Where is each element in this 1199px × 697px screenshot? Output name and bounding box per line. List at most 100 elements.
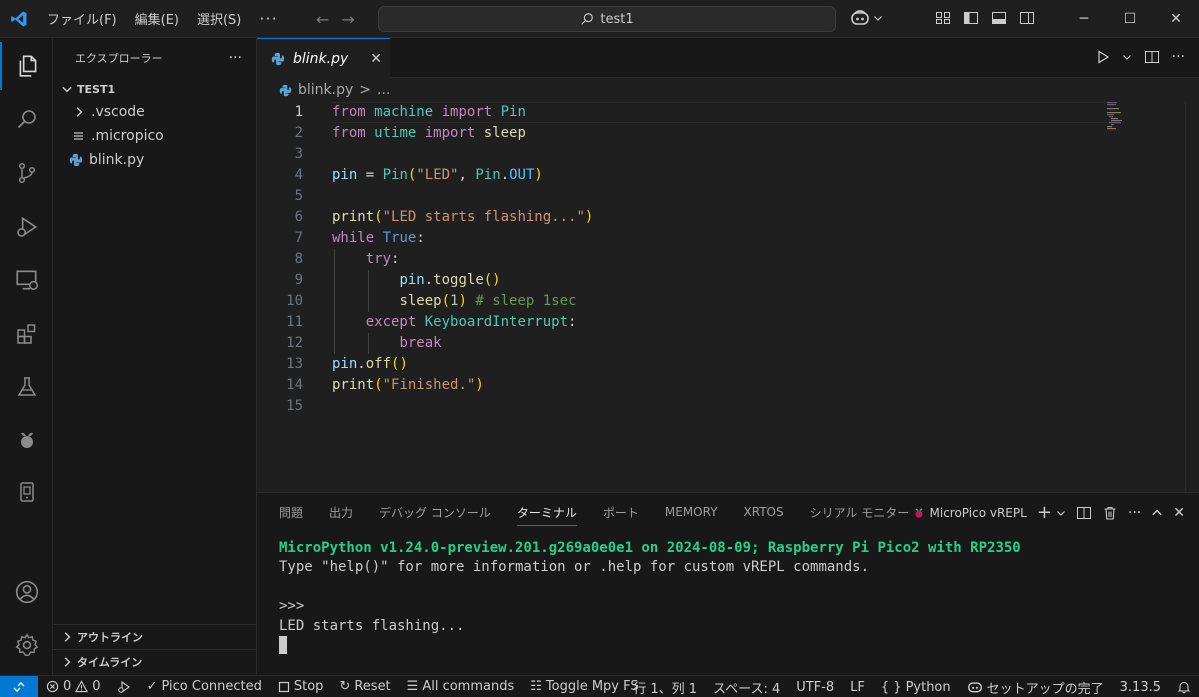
line-number-gutter: 1 2 3 4 5 6 7 8 9 10 11 12 13 14 15	[257, 102, 317, 417]
back-arrow-icon[interactable]: ←	[316, 10, 329, 29]
new-terminal-icon[interactable]: +	[1037, 502, 1052, 523]
remote-indicator-icon[interactable]	[0, 675, 38, 697]
customize-layout-icon[interactable]	[935, 10, 951, 26]
settings-gear-icon[interactable]	[0, 621, 53, 669]
raspberry-pi-icon[interactable]	[0, 416, 53, 464]
notifications-bell-icon[interactable]	[1169, 680, 1199, 694]
stop-button[interactable]: Stop	[270, 679, 332, 694]
tab-blink-py[interactable]: blink.py ✕	[257, 38, 390, 78]
toggle-sidebar-icon[interactable]	[963, 10, 979, 26]
run-icon[interactable]	[1096, 50, 1110, 64]
filter-icon: ☷	[530, 679, 542, 694]
search-text: test1	[600, 11, 634, 27]
close-window-icon[interactable]: ✕	[1153, 0, 1199, 38]
reset-button[interactable]: ↻ Reset	[331, 679, 398, 694]
menu-file[interactable]: ファイル(F)	[38, 9, 126, 28]
setup-label: セットアップの完了	[986, 681, 1104, 697]
python-version[interactable]: 3.13.5	[1112, 680, 1169, 695]
warning-icon	[75, 680, 89, 693]
device-manager-icon[interactable]	[0, 468, 53, 516]
explorer-more-button[interactable]: ···	[229, 50, 242, 66]
explorer-icon[interactable]	[0, 42, 53, 90]
menu-more-button[interactable]: ···	[250, 9, 286, 28]
editor-scrollbar[interactable]	[1185, 102, 1199, 492]
maximize-icon[interactable]: ☐	[1107, 0, 1153, 38]
forward-arrow-icon[interactable]: →	[341, 10, 354, 29]
breadcrumb: blink.py > ...	[257, 78, 1199, 102]
breadcrumb-symbols[interactable]: ...	[377, 82, 390, 98]
tab-output[interactable]: 出力	[329, 504, 353, 521]
account-icon[interactable]	[0, 568, 53, 616]
terminal-output[interactable]: MicroPython v1.24.0-preview.201.g269a0e0…	[279, 539, 1021, 655]
panel-more-button[interactable]: ···	[1128, 505, 1141, 521]
error-icon	[46, 680, 59, 693]
tab-serial-monitor[interactable]: シリアル モニター	[810, 504, 910, 521]
remote-explorer-icon[interactable]	[0, 256, 53, 304]
split-editor-icon[interactable]	[1144, 49, 1160, 65]
chevron-down-icon	[874, 16, 882, 21]
panel-tabs: 問題 出力 デバッグ コンソール ターミナル ポート MEMORY XRTOS …	[279, 493, 909, 531]
outline-section[interactable]: アウトライン	[53, 624, 257, 648]
check-icon: ✓	[146, 679, 158, 694]
minimize-icon[interactable]: ─	[1061, 0, 1107, 38]
menu-bar: ファイル(F) 編集(E) 選択(S) ···	[38, 9, 287, 28]
terminal-name[interactable]: MicroPico vREPL	[930, 506, 1027, 520]
debug-icon	[117, 680, 130, 693]
tree-item-vscode[interactable]: .vscode	[53, 100, 256, 124]
split-terminal-icon[interactable]	[1076, 505, 1092, 521]
minimap[interactable]	[1107, 102, 1137, 132]
copilot-icon	[967, 682, 982, 693]
copilot-menu[interactable]	[850, 9, 883, 27]
breadcrumb-file[interactable]: blink.py	[298, 82, 353, 98]
tab-problems[interactable]: 問題	[279, 504, 303, 521]
menu-selection[interactable]: 選択(S)	[188, 9, 250, 28]
setup-status[interactable]: セットアップの完了	[959, 678, 1112, 697]
maximize-panel-icon[interactable]	[1151, 507, 1163, 519]
tree-item-label: .micropico	[91, 128, 164, 144]
cursor-position[interactable]: 行 1、列 1	[625, 678, 705, 697]
code-line: except KeyboardInterrupt:	[365, 314, 577, 330]
close-icon[interactable]: ✕	[370, 51, 382, 67]
tree-item-blink-py[interactable]: blink.py	[53, 148, 256, 172]
chevron-right-icon	[76, 107, 83, 117]
toggle-panel-icon[interactable]	[991, 10, 1007, 26]
chevron-down-icon[interactable]	[1056, 508, 1066, 518]
tab-debug-console[interactable]: デバッグ コンソール	[379, 504, 491, 521]
command-center-search[interactable]: test1	[378, 6, 836, 32]
workspace-root-folder[interactable]: TEST1	[53, 78, 256, 100]
indentation[interactable]: スペース: 4	[705, 678, 788, 697]
code-editor[interactable]: 1 2 3 4 5 6 7 8 9 10 11 12 13 14 15 from machine impor…	[257, 102, 1199, 492]
line-number: 1	[294, 104, 303, 120]
run-debug-icon[interactable]	[0, 203, 53, 251]
problems-indicator[interactable]: 0 0	[38, 679, 109, 694]
tab-terminal[interactable]: ターミナル	[516, 504, 577, 526]
raspberry-pi-icon	[915, 508, 922, 518]
chevron-down-icon[interactable]	[1122, 52, 1132, 62]
language-mode[interactable]: { } Python	[873, 680, 959, 695]
python-icon	[271, 52, 285, 65]
menu-edit[interactable]: 編集(E)	[126, 9, 188, 28]
tab-memory[interactable]: MEMORY	[665, 505, 718, 519]
timeline-section[interactable]: タイムライン	[53, 649, 257, 673]
debug-status[interactable]	[109, 680, 139, 694]
pico-connected-status[interactable]: ✓ Pico Connected	[139, 679, 270, 694]
end-of-line[interactable]: LF	[842, 680, 873, 695]
code-line: print("LED starts flashing...")	[332, 209, 594, 225]
tab-xrtos[interactable]: XRTOS	[744, 505, 784, 519]
status-right: 行 1、列 1 スペース: 4 UTF-8 LF { } Python セットア…	[625, 676, 1199, 697]
tab-ports[interactable]: ポート	[603, 504, 639, 521]
code-lines[interactable]: from machine import Pin from utime impor…	[332, 102, 1112, 417]
toggle-secondary-sidebar-icon[interactable]	[1019, 10, 1035, 26]
trash-icon[interactable]	[1102, 505, 1118, 521]
testing-icon[interactable]	[0, 363, 53, 411]
extensions-icon[interactable]	[0, 310, 53, 358]
editor-more-button[interactable]: ···	[1172, 49, 1185, 65]
search-icon[interactable]	[0, 95, 53, 143]
source-control-icon[interactable]	[0, 149, 53, 197]
tree-item-micropico[interactable]: .micropico	[53, 124, 256, 148]
timeline-label: タイムライン	[77, 655, 143, 669]
close-panel-icon[interactable]: ✕	[1173, 505, 1185, 521]
encoding[interactable]: UTF-8	[788, 680, 842, 695]
all-commands-button[interactable]: ☰ All commands	[399, 679, 523, 694]
